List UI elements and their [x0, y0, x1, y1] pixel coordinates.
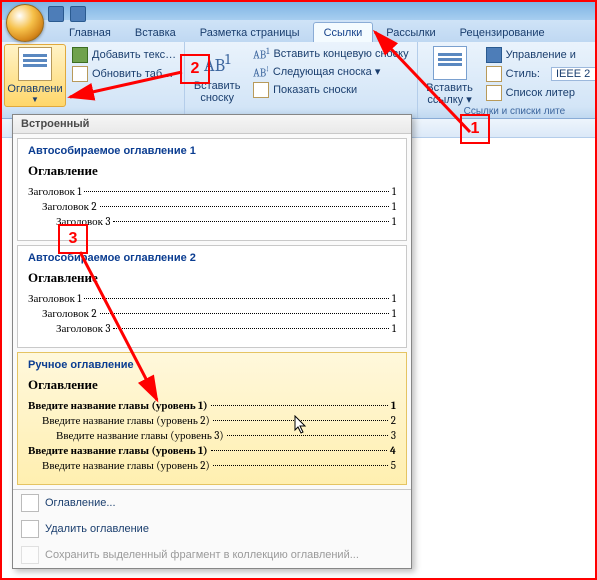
toc-gallery-dropdown: Встроенный Автособираемое оглавление 1 О…	[12, 114, 412, 569]
callout-2: 2	[180, 54, 210, 84]
plus-icon	[72, 47, 88, 63]
remove-toc-menuitem[interactable]: Удалить оглавление	[13, 516, 411, 542]
callout-3: 3	[58, 224, 88, 254]
manage-sources-button[interactable]: Управление и	[484, 46, 597, 64]
builtin-header: Встроенный	[13, 115, 411, 134]
ab-next-icon: AB↓	[253, 65, 269, 80]
toc-icon	[18, 47, 52, 81]
delete-icon	[21, 520, 39, 538]
ribbon: Оглавлени ▼ Добавить текс… Обновить таб……	[2, 42, 595, 119]
show-footnotes-button[interactable]: Показать сноски	[251, 81, 410, 99]
manage-icon	[486, 47, 502, 63]
tab-review[interactable]: Рецензирование	[449, 22, 556, 42]
tab-home[interactable]: Главная	[58, 22, 122, 42]
preset-auto-2[interactable]: Автособираемое оглавление 2 Оглавление З…	[17, 245, 407, 348]
office-button[interactable]	[6, 4, 44, 42]
next-footnote-button[interactable]: AB↓Следующая сноска ▾	[251, 64, 410, 81]
ab-small-icon: AB1	[253, 47, 269, 62]
tab-references[interactable]: Ссылки	[313, 22, 374, 42]
update-table-button[interactable]: Обновить таб…	[70, 65, 178, 83]
toc-button[interactable]: Оглавлени ▼	[4, 44, 66, 107]
tab-mailings[interactable]: Рассылки	[375, 22, 446, 42]
toc-doc-icon	[21, 494, 39, 512]
insert-toc-menuitem[interactable]: Оглавление...	[13, 490, 411, 516]
chevron-down-icon: ▼	[7, 95, 63, 104]
bibliography-button[interactable]: Список литер	[484, 84, 597, 102]
qat-undo-icon[interactable]	[70, 6, 86, 22]
biblio-icon	[486, 85, 502, 101]
refresh-icon	[72, 66, 88, 82]
preset-manual[interactable]: Ручное оглавление Оглавление Введите наз…	[17, 352, 407, 485]
tab-layout[interactable]: Разметка страницы	[189, 22, 311, 42]
add-text-button[interactable]: Добавить текс…	[70, 46, 178, 64]
ribbon-tabs: Главная Вставка Разметка страницы Ссылки…	[2, 20, 595, 42]
callout-1: 1	[460, 114, 490, 144]
style-icon	[486, 66, 502, 82]
qat-save-icon[interactable]	[48, 6, 64, 22]
save-selection-menuitem: Сохранить выделенный фрагмент в коллекци…	[13, 542, 411, 568]
group-caption: Ссылки и списки лите	[418, 106, 597, 117]
style-dropdown[interactable]: Стиль: IEEE 2	[484, 65, 597, 83]
insert-citation-button[interactable]: Вставить ссылку ▾	[420, 44, 480, 108]
tab-insert[interactable]: Вставка	[124, 22, 187, 42]
citation-icon	[433, 46, 467, 80]
insert-endnote-button[interactable]: AB1Вставить концевую сноску	[251, 46, 410, 63]
save-gallery-icon	[21, 546, 39, 564]
notes-icon	[253, 82, 269, 98]
